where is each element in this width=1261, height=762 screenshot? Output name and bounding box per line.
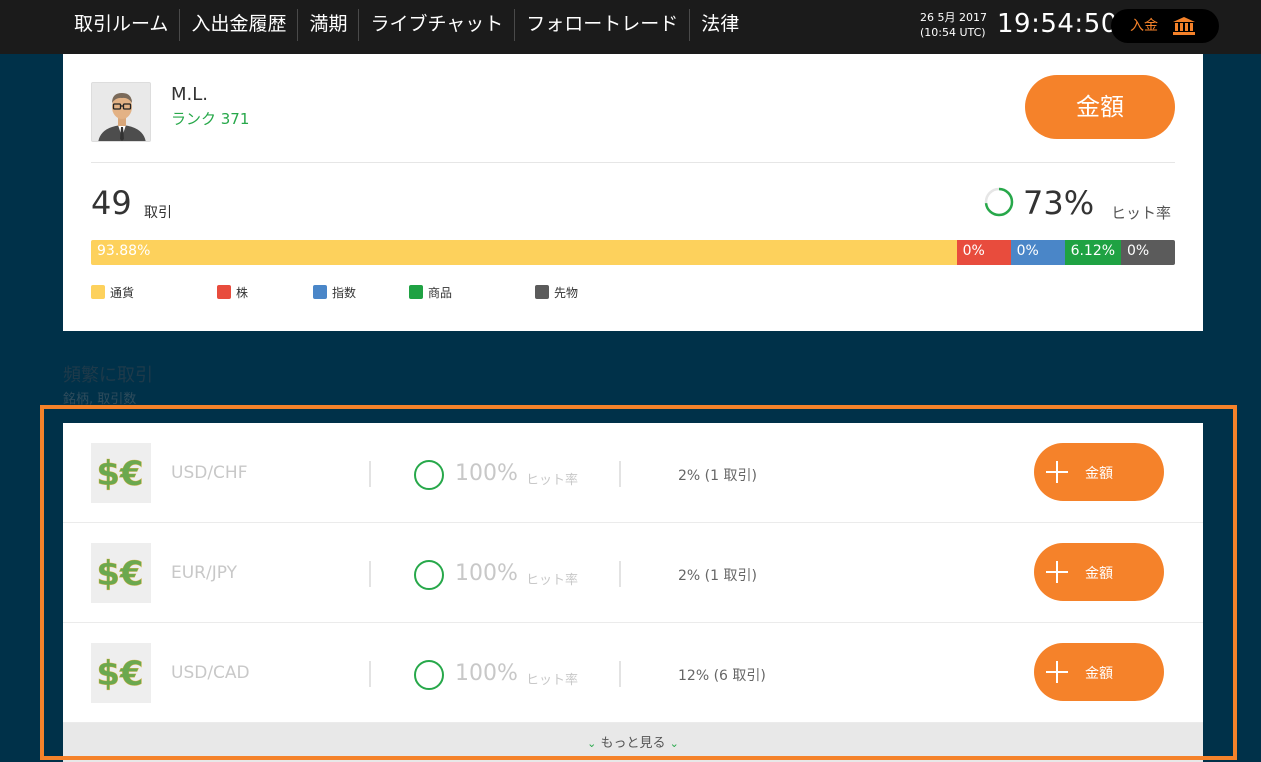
legend-label: 商品 — [428, 286, 453, 300]
trader-profile-card: M.L. ランク 371 金額 49 取引 73% ヒット率 93.88% 0% 0… — [63, 54, 1203, 331]
nav-item-legal[interactable]: 法律 — [689, 9, 750, 41]
deposit-label: 入金 — [1130, 18, 1158, 34]
legend-label: 指数 — [332, 286, 357, 300]
bank-icon — [1173, 17, 1195, 35]
nav-item-follow-trade[interactable]: フォロートレード — [514, 9, 689, 41]
legend-label: 株 — [236, 286, 249, 300]
section-title: 頻繁に取引 — [63, 365, 153, 386]
clock-date: 26 5月 2017 (10:54 UTC) — [920, 10, 996, 40]
legend-swatch — [217, 285, 231, 299]
legend-item-currency: 通貨 — [91, 285, 134, 301]
legend-item-stocks: 株 — [217, 285, 248, 301]
clock-time: 19:54:50 — [997, 9, 1118, 39]
legend-swatch — [535, 285, 549, 299]
nav-item-expiry[interactable]: 満期 — [297, 9, 358, 41]
avatar — [91, 82, 151, 142]
legend-swatch — [91, 285, 105, 299]
bar-segment-stocks: 0% — [956, 240, 1011, 265]
legend-swatch — [313, 285, 327, 299]
trades-label: 取引 — [144, 205, 172, 221]
asset-distribution-bar: 93.88% 0% 0% 6.12% 0% — [91, 240, 1175, 265]
legend-label: 通貨 — [110, 286, 135, 300]
nav-item-live-chat[interactable]: ライブチャット — [358, 9, 514, 41]
avatar-person-icon — [92, 83, 150, 141]
clock-date-line: 26 5月 2017 — [920, 11, 987, 24]
clock-utc-line: (10:54 UTC) — [920, 26, 986, 39]
bar-segment-commodities: 6.12% — [1064, 240, 1121, 265]
legend-item-indices: 指数 — [313, 285, 356, 301]
bar-segment-futures: 0% — [1120, 240, 1175, 265]
user-name: M.L. — [171, 84, 209, 105]
bar-segment-currency: 93.88% — [91, 240, 957, 265]
legend-item-commodities: 商品 — [409, 285, 452, 301]
divider — [91, 162, 1175, 163]
legend-label: 先物 — [554, 286, 579, 300]
user-rank[interactable]: ランク 371 — [171, 108, 249, 129]
nav-item-transaction-history[interactable]: 入出金履歴 — [179, 9, 297, 41]
legend-swatch — [409, 285, 423, 299]
nav-menu: 取引ルーム 入出金履歴 満期 ライブチャット フォロートレード 法律 — [63, 9, 750, 41]
highlight-frame — [40, 405, 1237, 760]
bar-segment-indices: 0% — [1010, 240, 1065, 265]
top-nav: 取引ルーム 入出金履歴 満期 ライブチャット フォロートレード 法律 26 5月… — [0, 0, 1261, 54]
deposit-button[interactable]: 入金 — [1111, 9, 1219, 43]
legend-item-futures: 先物 — [535, 285, 578, 301]
hit-rate-ring-icon — [984, 187, 1014, 217]
trades-count: 49 — [91, 184, 132, 222]
hit-rate-label: ヒット率 — [1111, 204, 1172, 222]
hit-rate-value: 73% — [1023, 184, 1095, 222]
nav-item-trading-room[interactable]: 取引ルーム — [63, 9, 179, 41]
amount-button[interactable]: 金額 — [1025, 75, 1175, 139]
